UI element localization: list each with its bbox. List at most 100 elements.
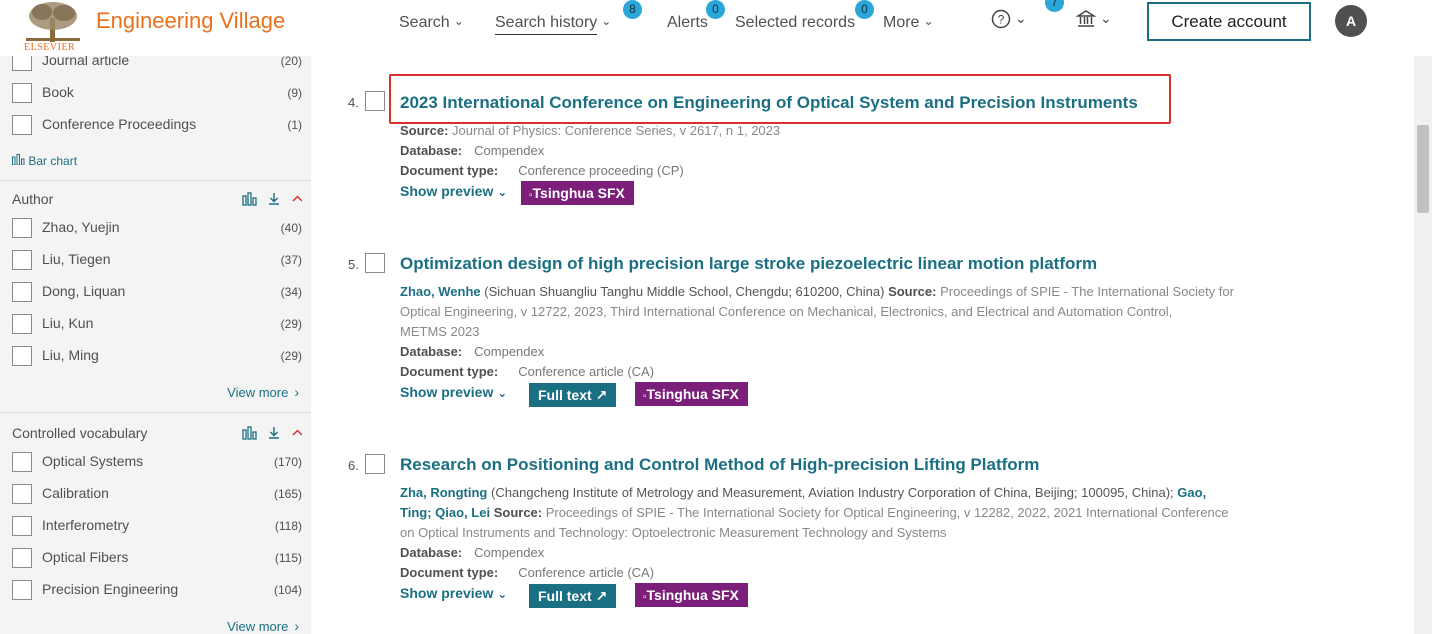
download-icon[interactable] <box>269 427 279 439</box>
facet-item-vocabulary[interactable]: Optical Systems (170) <box>12 451 302 475</box>
external-link-icon: ↗ <box>595 387 608 403</box>
facet-label: Interferometry <box>42 517 130 533</box>
full-text-button[interactable]: Full text ↗ <box>529 584 617 608</box>
result-doctype-line: Document type: Conference article (CA) <box>400 362 1350 382</box>
checkbox[interactable] <box>12 282 32 302</box>
facet-sidebar: Journal article (20) Book (9) Conference… <box>0 56 311 634</box>
facet-item-author[interactable]: Liu, Tiegen (37) <box>12 249 302 273</box>
show-preview-label: Show preview <box>400 183 494 199</box>
source-label: Source: <box>493 505 543 520</box>
sfx-label: Tsinghua SFX <box>646 587 739 603</box>
bar-chart-icon[interactable] <box>242 192 257 206</box>
facet-item-journal-article[interactable]: Journal article (20) <box>12 56 302 74</box>
checkbox[interactable] <box>12 484 32 504</box>
help-menu[interactable]: ? ⌄ 7 <box>991 0 1064 29</box>
checkbox[interactable] <box>12 314 32 334</box>
nav-alerts-label: Alerts <box>667 14 708 31</box>
vocabulary-view-more-link[interactable]: View more › <box>227 618 299 634</box>
elsevier-tree-logo-icon <box>26 2 80 42</box>
result-source-line: Source: Journal of Physics: Conference S… <box>400 121 1350 141</box>
result-author-line: Zhao, Wenhe (Sichuan Shuangliu Tanghu Mi… <box>400 282 1350 302</box>
facet-item-vocabulary[interactable]: Optical Fibers (115) <box>12 547 302 571</box>
doctype-label: Document type: <box>400 565 499 580</box>
facet-header-controlled-vocabulary[interactable]: Controlled vocabulary <box>12 425 303 447</box>
source-text: Journal of Physics: Conference Series, v… <box>452 123 781 138</box>
scrollbar-thumb[interactable] <box>1417 125 1429 213</box>
source-text: METMS 2023 <box>400 324 480 339</box>
show-preview-link[interactable]: Show preview ⌄ <box>400 183 507 199</box>
bar-chart-link[interactable]: Bar chart <box>12 154 77 168</box>
result-database-line: Database: Compendex <box>400 141 1350 161</box>
author-link[interactable]: Qiao, Lei <box>435 505 490 520</box>
facet-header-author[interactable]: Author <box>12 191 303 213</box>
facet-item-author[interactable]: Liu, Kun (29) <box>12 313 302 337</box>
checkbox[interactable] <box>12 56 32 71</box>
author-link[interactable]: Ting <box>400 505 427 520</box>
author-link[interactable]: Zhao, Wenhe <box>400 284 481 299</box>
bar-chart-icon[interactable] <box>242 426 257 440</box>
facet-item-conference-proceedings[interactable]: Conference Proceedings (1) <box>12 114 302 138</box>
result-title-link[interactable]: Optimization design of high precision la… <box>400 254 1097 274</box>
nav-more[interactable]: More ⌄ <box>883 14 934 32</box>
show-preview-link[interactable]: Show preview ⌄ <box>400 585 507 601</box>
result-checkbox[interactable] <box>365 91 385 111</box>
nav-selected-records[interactable]: Selected records 0 <box>735 0 874 32</box>
facet-item-vocabulary[interactable]: Precision Engineering (104) <box>12 579 302 603</box>
facet-label: Journal article <box>42 56 130 68</box>
result-number: 5. <box>348 257 359 272</box>
checkbox[interactable] <box>12 548 32 568</box>
facet-count: (104) <box>273 583 302 597</box>
chevron-up-icon[interactable] <box>292 195 303 202</box>
institution-menu[interactable]: ⌄ <box>1075 9 1112 29</box>
checkbox[interactable] <box>12 218 32 238</box>
full-text-button[interactable]: Full text ↗ <box>529 383 617 407</box>
facet-count: (20) <box>280 56 302 68</box>
result-source-line: Optical Engineering, v 12722, 2023, Thir… <box>400 302 1350 322</box>
author-view-more-link[interactable]: View more › <box>227 384 299 400</box>
facet-item-author[interactable]: Dong, Liquan (34) <box>12 281 302 305</box>
facet-count: (1) <box>287 118 302 132</box>
checkbox[interactable] <box>12 250 32 270</box>
database-value: Compendex <box>474 143 545 158</box>
nav-search[interactable]: Search ⌄ <box>399 14 464 32</box>
facet-item-author[interactable]: Zhao, Yuejin (40) <box>12 217 302 241</box>
facet-label: Liu, Ming <box>42 347 99 363</box>
checkbox[interactable] <box>12 83 32 103</box>
bar-chart-icon <box>12 154 25 166</box>
nav-search-history[interactable]: Search history ⌄ 8 <box>495 0 642 35</box>
view-more-label: View more <box>227 619 289 634</box>
result-title-link[interactable]: Research on Positioning and Control Meth… <box>400 455 1039 475</box>
avatar[interactable]: A <box>1335 5 1367 37</box>
brand-title[interactable]: Engineering Village <box>96 8 285 34</box>
facet-tools <box>242 191 303 209</box>
facet-item-author[interactable]: Liu, Ming (29) <box>12 345 302 369</box>
facet-item-vocabulary[interactable]: Interferometry (118) <box>12 515 302 539</box>
download-icon[interactable] <box>269 193 279 205</box>
checkbox[interactable] <box>12 580 32 600</box>
database-value: Compendex <box>474 545 545 560</box>
affiliation-text: (Sichuan Shuangliu Tanghu Middle School,… <box>484 284 885 299</box>
tsinghua-sfx-button[interactable]: ▫Tsinghua SFX <box>521 181 634 205</box>
tsinghua-sfx-button[interactable]: ▫Tsinghua SFX <box>635 583 748 607</box>
checkbox[interactable] <box>12 346 32 366</box>
facet-label: Book <box>42 84 74 100</box>
facet-item-vocabulary[interactable]: Calibration (165) <box>12 483 302 507</box>
checkbox[interactable] <box>12 452 32 472</box>
chevron-up-icon[interactable] <box>292 429 303 436</box>
author-link[interactable]: Gao, <box>1177 485 1206 500</box>
show-preview-link[interactable]: Show preview ⌄ <box>400 384 507 400</box>
source-text: Proceedings of SPIE - The International … <box>940 284 1234 299</box>
nav-alerts[interactable]: Alerts 0 <box>667 0 725 32</box>
tsinghua-sfx-button[interactable]: ▫Tsinghua SFX <box>635 382 748 406</box>
checkbox[interactable] <box>12 115 32 135</box>
checkbox[interactable] <box>12 516 32 536</box>
scrollbar-track[interactable] <box>1414 0 1432 634</box>
create-account-button[interactable]: Create account <box>1147 2 1311 41</box>
divider <box>0 180 311 181</box>
author-link[interactable]: Zha, Rongting <box>400 485 487 500</box>
result-checkbox[interactable] <box>365 454 385 474</box>
help-badge: 7 <box>1045 0 1064 12</box>
facet-item-book[interactable]: Book (9) <box>12 82 302 106</box>
facet-label: Calibration <box>42 485 109 501</box>
result-checkbox[interactable] <box>365 253 385 273</box>
